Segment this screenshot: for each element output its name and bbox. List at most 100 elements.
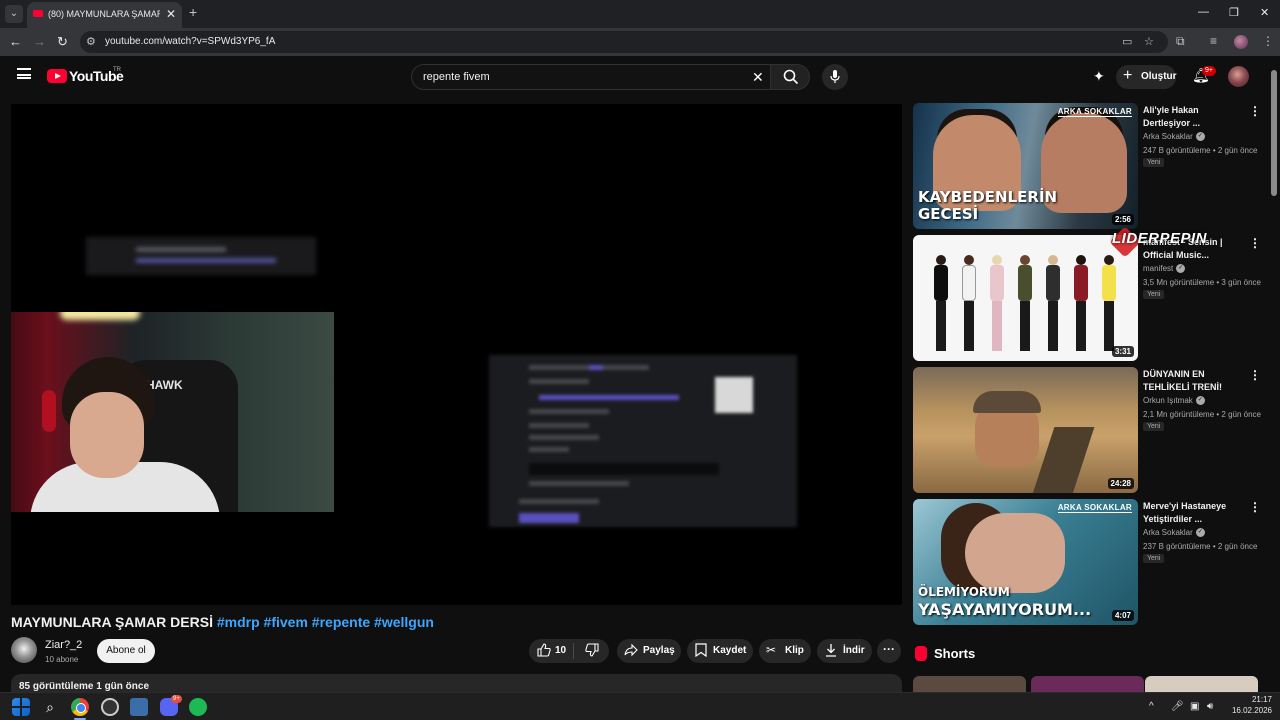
recommended-channel-name[interactable]: Arka Sokaklar ✓: [1143, 132, 1205, 142]
arrow-right-icon[interactable]: →: [33, 34, 46, 49]
start-button-icon[interactable]: [12, 698, 30, 716]
video-title: MAYMUNLARA ŞAMAR DERSİ #mdrp #fivem #rep…: [11, 614, 434, 630]
reading-list-icon[interactable]: ≡: [1210, 34, 1217, 48]
subscriber-count: 10 abone: [45, 655, 79, 664]
spotify-icon[interactable]: [189, 698, 207, 716]
microphone-icon: [830, 70, 840, 83]
clock-date[interactable]: 16.02.2026: [1226, 706, 1272, 715]
recommended-video[interactable]: 3:31 manifest - Sensin | Official Music.…: [913, 235, 1263, 361]
blurred-notification-overlay: [86, 237, 316, 275]
save-button[interactable]: Kaydet: [687, 639, 753, 663]
more-vertical-icon[interactable]: ⋮: [1249, 368, 1261, 382]
thumbnail-text-small: ÖLEMİYORUM: [918, 585, 1010, 599]
more-vertical-icon[interactable]: ⋮: [1249, 236, 1261, 250]
account-avatar[interactable]: [1228, 66, 1249, 87]
thumbs-down-icon[interactable]: [585, 643, 599, 660]
share-button[interactable]: Paylaş: [617, 639, 681, 663]
view-count-and-date: 85 görüntüleme 1 gün önce: [19, 681, 150, 692]
recommended-video-title[interactable]: DÜNYANIN EN TEHLİKELİ TRENİ!: [1143, 368, 1247, 394]
recommended-video[interactable]: 24:28 DÜNYANIN EN TEHLİKELİ TRENİ! Orkun…: [913, 367, 1263, 493]
hashtag-link[interactable]: #mdrp: [217, 614, 260, 630]
more-vertical-icon[interactable]: ⋮: [1249, 500, 1261, 514]
site-info-icon[interactable]: ⚙: [86, 35, 96, 48]
voice-search-button[interactable]: [822, 64, 848, 90]
shorts-icon: [915, 646, 927, 661]
video-duration: 2:56: [1111, 214, 1134, 225]
arrow-left-icon[interactable]: ←: [9, 34, 22, 49]
tab-search-button[interactable]: ⌄: [5, 5, 23, 23]
new-tab-icon[interactable]: +: [189, 4, 197, 20]
studio-icon[interactable]: ✦: [1093, 68, 1105, 85]
network-icon[interactable]: ▣: [1190, 701, 1199, 712]
channel-avatar[interactable]: [11, 637, 37, 663]
video-duration: 24:28: [1107, 478, 1134, 489]
create-button[interactable]: + Oluştur: [1116, 65, 1177, 89]
thumbnail-brand-text: ARKA SOKAKLAR: [1057, 503, 1132, 513]
youtube-favicon-icon: [33, 10, 43, 17]
browser-profile-avatar[interactable]: [1234, 35, 1248, 49]
video-thumbnail[interactable]: ARKA SOKAKLAR ÖLEMİYORUM YAŞAYAMIYORUM..…: [913, 499, 1138, 625]
verified-check-icon: ✓: [1195, 396, 1205, 406]
description-box[interactable]: 85 görüntüleme 1 gün önce: [11, 674, 902, 694]
video-title-text: MAYMUNLARA ŞAMAR DERSİ: [11, 614, 213, 630]
restore-icon[interactable]: ❐: [1229, 6, 1239, 19]
recommended-video[interactable]: ARKA SOKAKLAR ÖLEMİYORUM YAŞAYAMIYORUM..…: [913, 499, 1263, 625]
chrome-icon[interactable]: [71, 698, 89, 716]
address-bar[interactable]: ⚙ youtube.com/watch?v=SPWd3YP6_fA ▭ ☆: [80, 31, 1168, 53]
taskbar-search-icon[interactable]: ⌕: [41, 698, 59, 716]
new-badge: Yeni: [1143, 554, 1165, 563]
recommended-channel-name[interactable]: manifest ✓: [1143, 264, 1186, 274]
notification-count-badge: 9+: [1202, 66, 1216, 76]
hashtag-link[interactable]: #fivem: [264, 614, 308, 630]
subscribe-button[interactable]: Abone ol: [97, 639, 155, 663]
clip-button[interactable]: ✂ Klip: [759, 639, 811, 663]
video-thumbnail[interactable]: ARKA SOKAKLAR KAYBEDENLERİN GECESİ 2:56: [913, 103, 1138, 229]
hamburger-menu-icon[interactable]: [17, 68, 31, 79]
bookmark-star-icon[interactable]: ☆: [1144, 35, 1154, 48]
more-vertical-icon[interactable]: ⋮: [1249, 104, 1261, 118]
search-button[interactable]: [770, 64, 810, 90]
thumbs-up-icon[interactable]: [537, 643, 551, 660]
obs-icon[interactable]: [101, 698, 119, 716]
discord-notification-badge: 9+: [171, 695, 182, 703]
clear-search-icon[interactable]: ✕: [752, 69, 764, 86]
like-count[interactable]: 10: [555, 645, 566, 656]
search-query[interactable]: repente fivem: [423, 71, 490, 83]
youtube-logo-icon[interactable]: [47, 69, 67, 83]
cast-icon[interactable]: ▭: [1122, 35, 1132, 48]
recommended-video-title[interactable]: Merve'yi Hastaneye Yetiştirdiler ...: [1143, 500, 1247, 526]
recommended-channel-name[interactable]: Arka Sokaklar ✓: [1143, 528, 1205, 538]
recommended-video[interactable]: ARKA SOKAKLAR KAYBEDENLERİN GECESİ 2:56 …: [913, 103, 1263, 229]
reload-icon[interactable]: ↻: [57, 34, 68, 50]
page-scrollbar[interactable]: [1271, 70, 1277, 196]
channel-name[interactable]: Ziar?_2: [45, 639, 82, 651]
browser-menu-icon[interactable]: ⋮: [1262, 34, 1274, 48]
more-actions-button[interactable]: ···: [877, 639, 901, 663]
browser-toolbar: ← → ↻ ⚙ youtube.com/watch?v=SPWd3YP6_fA …: [0, 28, 1280, 56]
tray-overflow-icon[interactable]: ^: [1149, 701, 1154, 712]
clock-time[interactable]: 21:17: [1244, 695, 1272, 704]
app-icon[interactable]: [130, 698, 148, 716]
recommended-channel-name[interactable]: Orkun Işıtmak ✓: [1143, 396, 1205, 406]
tab-close-icon[interactable]: ✕: [166, 7, 176, 21]
microphone-tray-icon[interactable]: 🎤︎: [1171, 701, 1184, 712]
video-player[interactable]: HAWK: [11, 104, 902, 605]
recommended-video-title[interactable]: Ali'yle Hakan Dertleşiyor ...: [1143, 104, 1247, 130]
browser-tab-bar: ⌄ (80) MAYMUNLARA ŞAMAR DE ✕ + — ❐ ✕: [0, 0, 1280, 28]
search-input[interactable]: repente fivem ✕: [411, 64, 771, 90]
hashtag-link[interactable]: #repente: [312, 614, 370, 630]
bookmark-icon: [695, 643, 707, 660]
search-icon: [783, 69, 799, 85]
verified-check-icon: ✓: [1176, 264, 1186, 274]
window-close-icon[interactable]: ✕: [1260, 6, 1269, 19]
url-text[interactable]: youtube.com/watch?v=SPWd3YP6_fA: [105, 36, 275, 47]
extensions-icon[interactable]: ⧉: [1176, 34, 1185, 49]
hashtag-link[interactable]: #wellgun: [374, 614, 434, 630]
thumbnail-text: YAŞAYAMIYORUM...: [918, 600, 1092, 619]
video-thumbnail[interactable]: 24:28: [913, 367, 1138, 493]
download-button[interactable]: İndir: [817, 639, 872, 663]
volume-icon[interactable]: 🔊︎: [1207, 701, 1213, 712]
active-browser-tab[interactable]: (80) MAYMUNLARA ŞAMAR DE ✕: [27, 2, 182, 28]
minimize-icon[interactable]: —: [1198, 6, 1209, 18]
video-thumbnail[interactable]: 3:31: [913, 235, 1138, 361]
